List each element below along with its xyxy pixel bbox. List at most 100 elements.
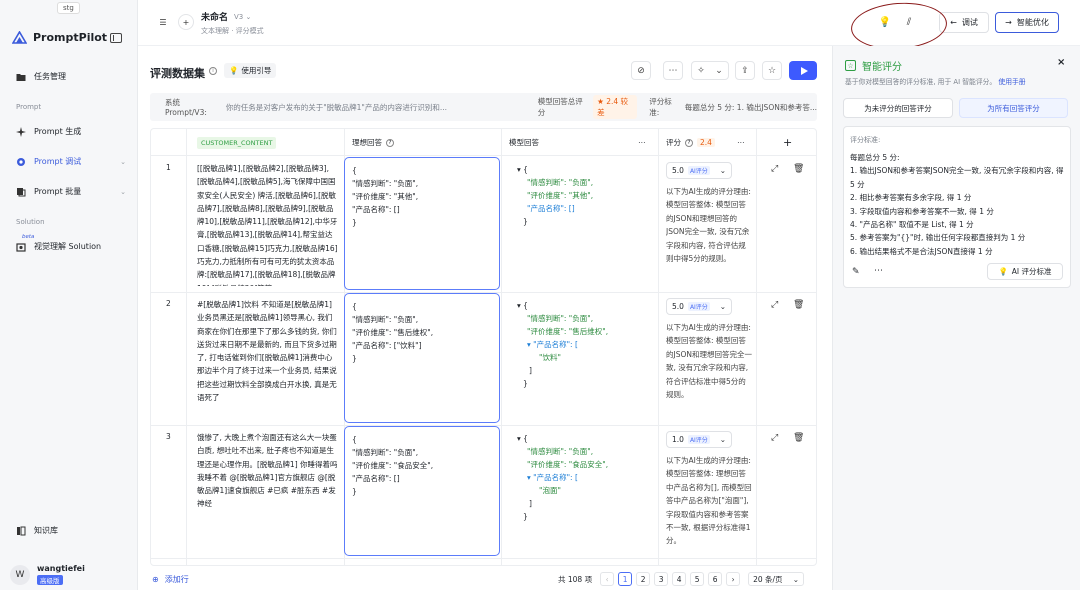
- score-header-label: 评分: [666, 138, 681, 147]
- arrow-left-icon: ←: [950, 18, 957, 27]
- page-size-label: 20 条/页: [753, 574, 783, 584]
- expand-icon[interactable]: ⤢: [771, 300, 778, 310]
- ideal-json-line: {: [352, 302, 357, 311]
- page-button[interactable]: 2: [636, 572, 651, 586]
- criteria-lines: 每题总分 5 分: 1. 输出JSON和参考答案JSON完全一致, 没有冗余字段和…: [850, 151, 1068, 258]
- more-icon[interactable]: ⋯: [663, 61, 683, 80]
- model-score-label: 模型回答总评分: [537, 97, 583, 117]
- sidebar-item-knowledge-base[interactable]: 知识库: [16, 525, 126, 536]
- model-answer-json[interactable]: ▾ {"情感判断": "负面", "评价维度": "食品安全", ▾ "产品名称":…: [517, 432, 647, 523]
- system-prompt-bar[interactable]: 系统 Prompt/V3: 你的任务是对客户发布的关于"脱敏品牌1"产品的内容进…: [150, 93, 817, 121]
- ai-score-tag: AI评分: [687, 166, 710, 175]
- sidebar-item-label: 视觉理解 Solution: [34, 242, 102, 251]
- edit-icon[interactable]: ✎: [852, 267, 860, 277]
- brand-logo-icon: [12, 31, 27, 44]
- version-select[interactable]: V3 ⌄: [234, 13, 251, 21]
- add-column-icon[interactable]: +: [783, 129, 792, 156]
- delete-icon[interactable]: 🗑: [793, 300, 804, 310]
- prev-page-icon[interactable]: ‹: [600, 572, 615, 586]
- hide-icon[interactable]: ⊘: [631, 61, 651, 80]
- help-icon[interactable]: ?: [685, 138, 693, 147]
- help-icon[interactable]: ?: [386, 138, 394, 147]
- ideal-json-line: "产品名称": ["饮料"]: [352, 341, 422, 350]
- star-icon[interactable]: ☆: [762, 61, 782, 80]
- customer-content-cell[interactable]: 饿惨了, 大晚上煮个泡面还有这么大一块蛋白质, 想吐吐不出来, 肚子疼也不知道是…: [197, 431, 338, 552]
- chevron-down-icon: ⌄: [719, 302, 726, 311]
- lightbulb-icon: 💡: [229, 66, 239, 75]
- score-select[interactable]: 1.0 AI评分 ⌄: [666, 431, 732, 448]
- sidebar-item-prompt-generate[interactable]: Prompt 生成: [16, 126, 126, 137]
- add-row-label: 添加行: [164, 575, 189, 584]
- magic-select[interactable]: ✧ ⌄: [691, 61, 729, 80]
- page-button[interactable]: 3: [654, 572, 669, 586]
- info-icon[interactable]: i: [209, 67, 217, 75]
- menu-icon[interactable]: ☰: [155, 14, 171, 30]
- header-model-answer[interactable]: 模型回答: [509, 129, 539, 156]
- customer-content-cell[interactable]: [[脱敏品牌1],[脱敏品牌2],[脱敏品牌3],[脱敏品牌4],[脱敏品牌5]…: [197, 162, 338, 286]
- sidebar-item-prompt-batch[interactable]: Prompt 批量 ⌄: [16, 186, 126, 197]
- criteria-card: 评分标准: 每题总分 5 分: 1. 输出JSON和参考答案JSON完全一致, 没…: [843, 126, 1071, 288]
- doc-title[interactable]: 未命名 V3 ⌄: [201, 10, 251, 24]
- run-button[interactable]: [789, 61, 817, 80]
- guide-label: 使用引导: [241, 66, 272, 75]
- criteria-line: 6. 输出结果格式不是合法JSON直接得 1 分: [850, 246, 993, 256]
- nav-section-solution: Solution: [16, 218, 45, 226]
- page-button[interactable]: 6: [708, 572, 723, 586]
- header-score[interactable]: 评分 ? 2.4: [666, 129, 715, 156]
- delete-icon[interactable]: 🗑: [793, 433, 804, 443]
- ideal-json-line: "情感判断": "负面",: [352, 179, 419, 188]
- guide-button[interactable]: 💡 使用引导: [224, 63, 277, 78]
- upload-icon[interactable]: ⇪: [735, 61, 755, 80]
- expand-icon[interactable]: ⤢: [771, 164, 778, 174]
- score-all-button[interactable]: 为所有回答评分: [959, 98, 1068, 118]
- model-answer-json[interactable]: ▾ {"情感判断": "负面", "评价维度": "其他", "产品名称": []}: [517, 163, 647, 228]
- sidebar-item-label: 任务管理: [34, 72, 66, 81]
- model-json-line: "饮料": [539, 353, 561, 362]
- user-profile[interactable]: W wangtiefei 高级版: [10, 564, 85, 585]
- doc-subtitle: 文本理解 · 评分模式: [201, 27, 264, 35]
- criteria-line: 2. 相比参考答案有多余字段, 得 1 分: [850, 193, 972, 203]
- next-page-icon[interactable]: ›: [726, 572, 741, 586]
- ideal-answer-editor[interactable]: {"情感判断": "负面", "评价维度": "其他", "产品名称": []}: [344, 157, 500, 290]
- ideal-answer-editor[interactable]: {"情感判断": "负面", "评价维度": "售后维权", "产品名称": ["饮…: [344, 293, 500, 423]
- page-button[interactable]: 5: [690, 572, 705, 586]
- main-content: 评测数据集 i 💡 使用引导 ⊘ ⋯ ✧ ⌄ ⇪ ☆ 系统 Prompt/V3:…: [138, 46, 832, 590]
- optimize-button[interactable]: → 智能优化: [995, 12, 1059, 33]
- panel-desc-text: 基于你对模型回答的评分标准, 用于 AI 智能评分。: [845, 78, 997, 86]
- score-reason: 以下为AI生成的评分理由: 模型回答整体: 模型回答的JSON和理想回答的JSO…: [666, 187, 751, 264]
- sidebar-item-prompt-debug[interactable]: Prompt 调试 ⌄: [16, 156, 126, 167]
- ai-criteria-button[interactable]: 💡 AI 评分标准: [987, 263, 1063, 280]
- add-row-button[interactable]: ⊕ 添加行: [152, 574, 189, 585]
- score-value: 1.0: [672, 435, 684, 444]
- add-icon[interactable]: +: [178, 14, 194, 30]
- delete-icon[interactable]: 🗑: [793, 164, 804, 174]
- model-more-icon[interactable]: ⋯: [638, 129, 646, 156]
- score-more-icon[interactable]: ⋯: [737, 129, 745, 156]
- debug-icon: [17, 157, 25, 166]
- header-ideal-answer[interactable]: 理想回答 ?: [352, 129, 394, 156]
- model-json-line: "情感判断": "负面",: [527, 447, 594, 456]
- manual-link[interactable]: 使用手册: [998, 78, 1025, 86]
- page-size-select[interactable]: 20 条/页 ⌄: [748, 572, 805, 586]
- ideal-answer-editor[interactable]: {"情感判断": "负面", "评价维度": "食品安全", "产品名称": []}: [344, 426, 500, 556]
- score-average-badge: 2.4: [697, 138, 715, 147]
- collapse-sidebar-icon[interactable]: [110, 33, 122, 43]
- customer-content-cell[interactable]: #[脱敏品牌1]饮料 不知道是[脱敏品牌1]业务员黑还是[脱敏品牌1]领导黑心,…: [197, 298, 338, 419]
- more-icon[interactable]: ⋯: [874, 266, 883, 276]
- ideal-json-line: "评价维度": "其他",: [352, 192, 419, 201]
- model-answer-json[interactable]: ▾ {"情感判断": "负面", "评价维度": "售后维权", ▾ "产品名称":…: [517, 299, 647, 390]
- header-customer-content[interactable]: CUSTOMER_CONTENT: [197, 129, 277, 156]
- score-select[interactable]: 5.0 AI评分 ⌄: [666, 298, 732, 315]
- page-button[interactable]: 1: [618, 572, 633, 586]
- score-select[interactable]: 5.0 AI评分 ⌄: [666, 162, 732, 179]
- sidebar-item-task-management[interactable]: 任务管理: [16, 71, 126, 82]
- page-button[interactable]: 4: [672, 572, 687, 586]
- sidebar-item-vision-solution[interactable]: 视觉理解 Solution: [16, 241, 126, 252]
- close-icon[interactable]: ×: [1057, 57, 1065, 68]
- nav-section-prompt: Prompt: [16, 103, 42, 111]
- ideal-json-line: {: [352, 435, 357, 444]
- score-unscored-button[interactable]: 为未评分的回答评分: [843, 98, 953, 118]
- expand-icon[interactable]: ⤢: [771, 433, 778, 443]
- sidebar-item-label: Prompt 调试: [34, 157, 82, 166]
- brand[interactable]: PromptPilot: [12, 31, 107, 44]
